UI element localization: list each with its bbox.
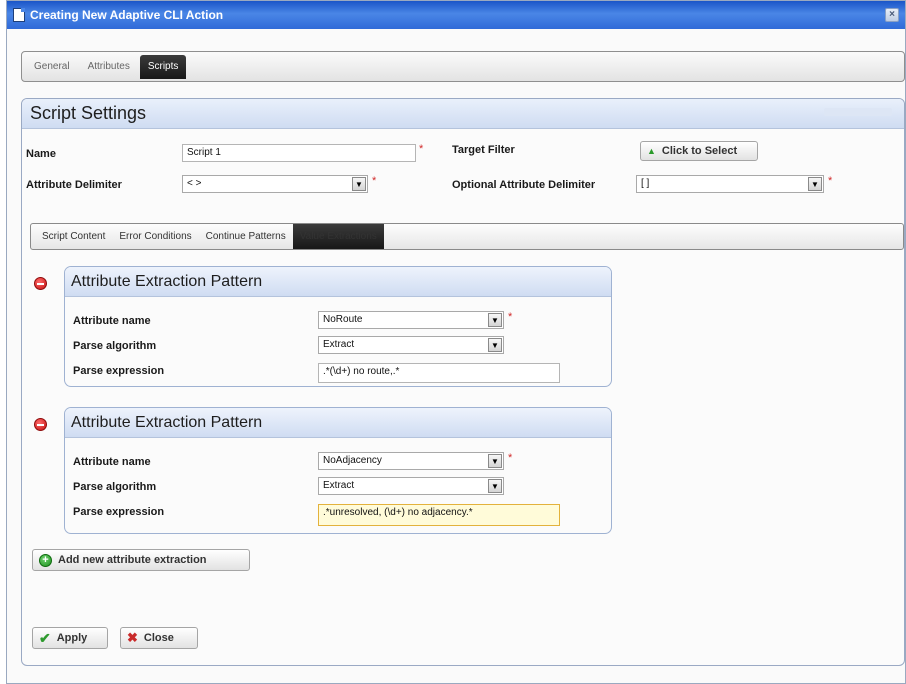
outer-tab-bar: General Attributes Scripts: [21, 51, 905, 82]
tab-scripts[interactable]: Scripts: [139, 55, 187, 79]
close-icon: ✖: [127, 630, 138, 645]
tab-script-content[interactable]: Script Content: [35, 224, 112, 249]
chevron-down-icon[interactable]: ▼: [352, 177, 366, 191]
document-icon: [13, 8, 25, 22]
add-attribute-extraction-label: Add new attribute extraction: [58, 554, 207, 566]
panel-header: Script Settings: [22, 99, 904, 129]
tab-general[interactable]: General: [26, 55, 78, 79]
header-decoration: [824, 108, 892, 116]
extraction-card-header: Attribute Extraction Pattern: [65, 408, 611, 438]
parse-expression-label: Parse expression: [73, 365, 165, 377]
target-filter-label: Target Filter: [452, 144, 515, 156]
add-attribute-extraction-button[interactable]: + Add new attribute extraction: [32, 549, 250, 571]
chevron-down-icon[interactable]: ▼: [488, 479, 502, 493]
select-arrow-icon: ▲: [647, 146, 656, 156]
attribute-name-required-marker: *: [508, 452, 513, 464]
tab-continue-patterns[interactable]: Continue Patterns: [199, 224, 293, 249]
check-icon: ✔: [39, 629, 51, 646]
close-label: Close: [143, 632, 174, 644]
click-to-select-label: Click to Select: [661, 145, 738, 157]
extraction-card: Attribute Extraction Pattern Attribute n…: [64, 266, 612, 387]
optional-delimiter-value: [ ]: [641, 178, 650, 189]
parse-algorithm-value: Extract: [323, 339, 355, 350]
parse-expression-input[interactable]: .*(\d+) no route,.*: [318, 363, 560, 383]
attribute-delimiter-select[interactable]: < > ▼: [182, 175, 368, 193]
attribute-delimiter-value: < >: [187, 178, 202, 189]
extraction-card-header: Attribute Extraction Pattern: [65, 267, 611, 297]
attribute-name-select[interactable]: NoRoute ▼: [318, 311, 504, 329]
attribute-name-label: Attribute name: [73, 456, 151, 468]
script-settings-panel: Script Settings Name Script 1 * Target F…: [21, 98, 905, 666]
tab-attributes[interactable]: Attributes: [80, 55, 138, 79]
parse-algorithm-label: Parse algorithm: [73, 340, 157, 352]
close-button[interactable]: ✖ Close: [120, 627, 198, 649]
close-window-icon[interactable]: ×: [885, 8, 899, 22]
attribute-name-value: NoRoute: [323, 314, 363, 325]
dialog-window: Creating New Adaptive CLI Action × Gener…: [6, 0, 906, 684]
attribute-delimiter-label: Attribute Delimiter: [26, 179, 122, 191]
optional-delimiter-label: Optional Attribute Delimiter: [452, 179, 596, 191]
parse-algorithm-value: Extract: [323, 480, 355, 491]
window-title: Creating New Adaptive CLI Action: [30, 8, 224, 22]
chevron-down-icon[interactable]: ▼: [488, 313, 502, 327]
extraction-card: Attribute Extraction Pattern Attribute n…: [64, 407, 612, 534]
tab-error-conditions[interactable]: Error Conditions: [112, 224, 198, 249]
parse-expression-label: Parse expression: [73, 506, 165, 518]
parse-algorithm-select[interactable]: Extract ▼: [318, 477, 504, 495]
name-required-marker: *: [419, 143, 424, 155]
parse-algorithm-select[interactable]: Extract ▼: [318, 336, 504, 354]
attribute-name-required-marker: *: [508, 311, 513, 323]
apply-label: Apply: [56, 632, 88, 644]
delimiter-required-marker: *: [372, 175, 377, 187]
chevron-down-icon[interactable]: ▼: [808, 177, 822, 191]
title-bar: Creating New Adaptive CLI Action ×: [7, 1, 905, 29]
parse-algorithm-label: Parse algorithm: [73, 481, 157, 493]
attribute-name-select[interactable]: NoAdjacency ▼: [318, 452, 504, 470]
click-to-select-button[interactable]: ▲ Click to Select: [640, 141, 758, 161]
inner-tab-bar: Script Content Error Conditions Continue…: [30, 223, 904, 250]
tab-value-extractions[interactable]: Value Extractions: [292, 224, 384, 249]
name-label: Name: [26, 148, 56, 160]
panel-title: Script Settings: [30, 103, 147, 123]
name-input[interactable]: Script 1: [182, 144, 416, 162]
attribute-name-label: Attribute name: [73, 315, 151, 327]
remove-extraction-icon[interactable]: [34, 418, 47, 431]
remove-extraction-icon[interactable]: [34, 277, 47, 290]
chevron-down-icon[interactable]: ▼: [488, 454, 502, 468]
parse-expression-input[interactable]: .*unresolved, (\d+) no adjacency.*: [318, 504, 560, 526]
add-icon: +: [39, 553, 52, 567]
optional-delimiter-required-marker: *: [828, 175, 833, 187]
apply-button[interactable]: ✔ Apply: [32, 627, 108, 649]
chevron-down-icon[interactable]: ▼: [488, 338, 502, 352]
attribute-name-value: NoAdjacency: [323, 455, 382, 466]
optional-delimiter-select[interactable]: [ ] ▼: [636, 175, 824, 193]
